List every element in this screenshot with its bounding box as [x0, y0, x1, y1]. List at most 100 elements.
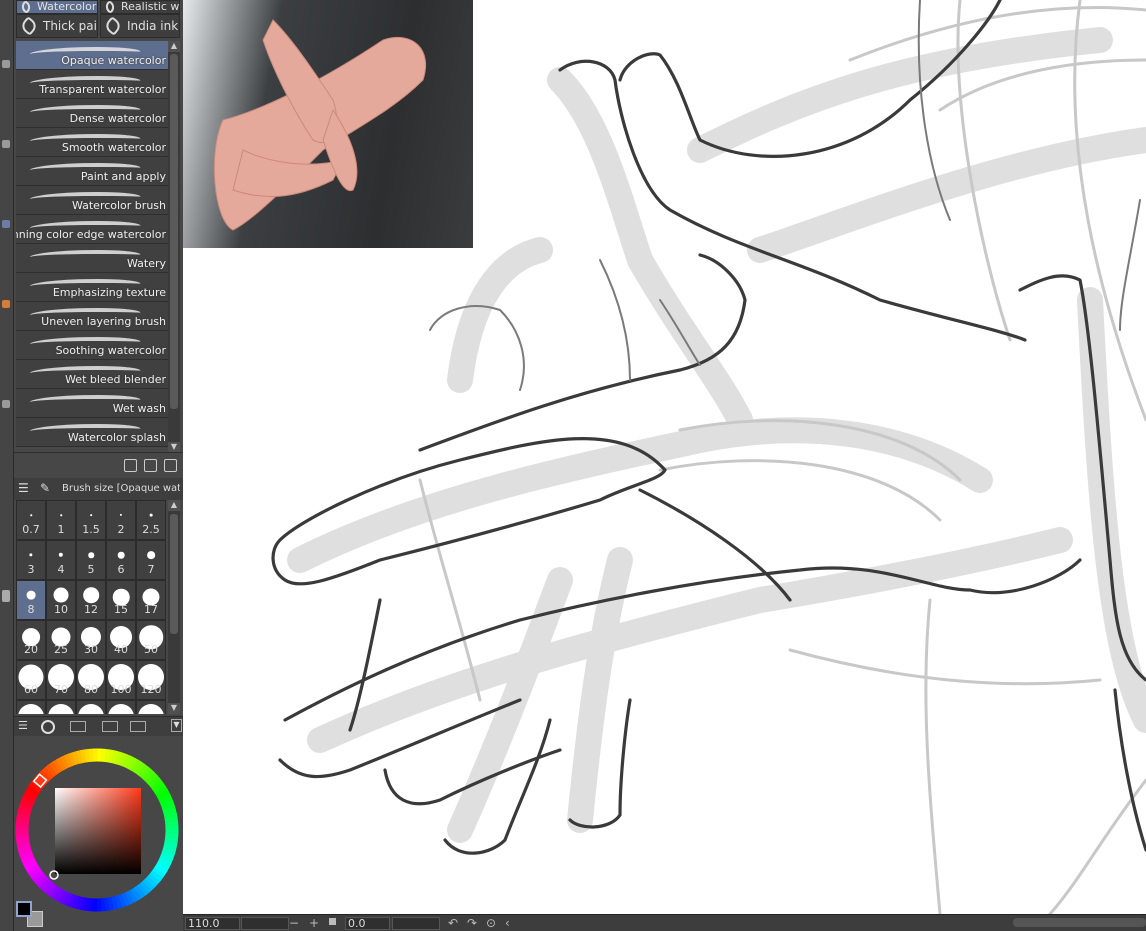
- hue-segment[interactable]: [155, 861, 170, 872]
- brush-size-cell[interactable]: [76, 700, 106, 714]
- hue-segment[interactable]: [144, 875, 158, 889]
- brush-size-cell[interactable]: 3: [16, 540, 46, 580]
- hue-segment[interactable]: [124, 891, 135, 905]
- hue-segment[interactable]: [71, 751, 80, 765]
- hue-segment[interactable]: [26, 863, 40, 875]
- brush-size-cell[interactable]: 2.5: [136, 500, 166, 540]
- hue-segment[interactable]: [114, 895, 123, 909]
- hue-segment[interactable]: [147, 775, 161, 788]
- hue-segment[interactable]: [24, 860, 38, 871]
- hue-segment[interactable]: [140, 766, 153, 780]
- hue-segment[interactable]: [28, 781, 42, 793]
- hue-segment[interactable]: [38, 877, 52, 891]
- hue-segment[interactable]: [154, 785, 168, 797]
- brush-size-cell[interactable]: 70: [46, 660, 76, 700]
- hue-segment[interactable]: [142, 878, 155, 892]
- brush-size-cell[interactable]: 1.5: [76, 500, 106, 540]
- scroll-thumb[interactable]: [170, 54, 178, 409]
- tool-icon[interactable]: [2, 300, 10, 308]
- brush-size-cell[interactable]: 5: [76, 540, 106, 580]
- hue-segment[interactable]: [75, 895, 83, 910]
- tab-thick-paint[interactable]: Thick paint: [16, 14, 98, 38]
- hue-segment[interactable]: [104, 748, 111, 763]
- hue-segment[interactable]: [156, 789, 170, 800]
- hue-segment[interactable]: [55, 888, 66, 903]
- hue-segment[interactable]: [131, 759, 142, 773]
- hue-segment[interactable]: [130, 887, 142, 901]
- brush-item[interactable]: Uneven layering brush: [16, 302, 168, 331]
- hue-segment[interactable]: [150, 778, 164, 791]
- hue-segment[interactable]: [16, 840, 31, 847]
- hue-segment[interactable]: [111, 750, 119, 765]
- hue-segment[interactable]: [20, 796, 35, 806]
- hue-segment[interactable]: [162, 844, 177, 852]
- brush-item[interactable]: Watery: [16, 244, 168, 273]
- hue-segment[interactable]: [41, 880, 54, 894]
- intermediate-color-tab-icon[interactable]: [130, 721, 146, 732]
- hue-segment[interactable]: [162, 804, 176, 813]
- brush-size-cell[interactable]: 12: [76, 580, 106, 620]
- color-slider-tab-icon[interactable]: [70, 721, 86, 732]
- import-icon[interactable]: [124, 459, 137, 472]
- hue-segment[interactable]: [42, 766, 55, 780]
- hue-segment[interactable]: [127, 889, 138, 903]
- brush-item[interactable]: Soothing watercolor: [16, 331, 168, 360]
- brush-size-cell[interactable]: 17: [136, 580, 166, 620]
- trash-icon[interactable]: [164, 459, 177, 472]
- hue-segment[interactable]: [15, 816, 30, 823]
- hue-segment[interactable]: [142, 769, 156, 783]
- tab-realistic-watercolor[interactable]: Realistic w: [100, 0, 180, 14]
- tab-india-ink[interactable]: India ink: [100, 14, 180, 38]
- sv-cursor[interactable]: [49, 870, 59, 880]
- tool-icon[interactable]: [2, 400, 10, 408]
- scroll-down-icon[interactable]: ▼: [168, 703, 180, 714]
- tool-icon[interactable]: [2, 590, 10, 602]
- hue-segment[interactable]: [145, 772, 159, 785]
- hue-segment[interactable]: [159, 854, 174, 864]
- rotate-left-icon[interactable]: ↶: [448, 916, 458, 930]
- hue-segment[interactable]: [124, 755, 135, 770]
- hue-segment[interactable]: [67, 752, 77, 767]
- brush-item[interactable]: Smooth watercolor: [16, 128, 168, 157]
- tool-icon[interactable]: [2, 60, 10, 68]
- brush-size-cell[interactable]: [106, 700, 136, 714]
- hue-segment[interactable]: [117, 893, 127, 908]
- brush-item[interactable]: Dense watercolor: [16, 99, 168, 128]
- tab-watercolor[interactable]: Watercolor: [16, 0, 98, 14]
- hue-segment[interactable]: [164, 837, 179, 844]
- hue-segment[interactable]: [71, 894, 80, 909]
- hue-segment[interactable]: [160, 800, 175, 810]
- zoom-in-icon[interactable]: +: [309, 916, 319, 930]
- hue-segment[interactable]: [110, 896, 119, 910]
- hue-segment[interactable]: [118, 752, 127, 767]
- brush-size-cell[interactable]: 4: [46, 540, 76, 580]
- brush-size-cell[interactable]: 10: [46, 580, 76, 620]
- reset-rotation-icon[interactable]: ⊙: [486, 916, 496, 930]
- hue-segment[interactable]: [17, 843, 31, 852]
- hue-segment[interactable]: [30, 869, 44, 882]
- hue-segment[interactable]: [39, 768, 52, 782]
- hue-segment[interactable]: [134, 761, 146, 775]
- brush-item[interactable]: Wet wash: [16, 389, 168, 418]
- brush-item[interactable]: Paint and apply: [16, 157, 168, 186]
- hue-segment[interactable]: [107, 749, 115, 764]
- hue-segment[interactable]: [45, 763, 58, 777]
- hue-segment[interactable]: [19, 850, 34, 860]
- hue-segment[interactable]: [83, 897, 90, 912]
- hue-segment[interactable]: [18, 847, 32, 856]
- hue-segment[interactable]: [67, 893, 76, 908]
- hue-segment[interactable]: [163, 840, 178, 848]
- hue-segment[interactable]: [154, 864, 168, 875]
- hue-segment[interactable]: [128, 757, 139, 772]
- hue-segment[interactable]: [75, 750, 84, 764]
- hue-segment[interactable]: [20, 853, 35, 864]
- hue-segment[interactable]: [19, 800, 34, 809]
- hue-segment[interactable]: [160, 851, 175, 860]
- brush-item[interactable]: Watercolor splash: [16, 418, 168, 447]
- brush-size-cell[interactable]: 60: [16, 660, 46, 700]
- brush-size-cell[interactable]: 8: [16, 580, 46, 620]
- brush-item[interactable]: Watercolor brush: [16, 186, 168, 215]
- hue-segment[interactable]: [22, 857, 36, 867]
- hue-segment[interactable]: [163, 813, 178, 820]
- more-tabs-icon[interactable]: ▼: [171, 719, 182, 732]
